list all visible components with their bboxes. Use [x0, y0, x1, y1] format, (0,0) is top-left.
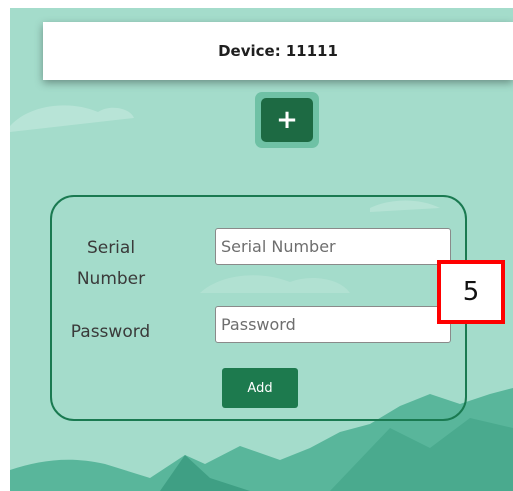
device-header-card: Device: 11111	[43, 22, 513, 80]
serial-number-input[interactable]	[215, 228, 451, 265]
step-annotation-badge: 5	[437, 260, 505, 324]
device-id: 11111	[285, 42, 338, 60]
add-button[interactable]: Add	[222, 368, 298, 408]
cloud-shape	[10, 105, 134, 132]
add-device-button[interactable]: +	[261, 98, 313, 142]
device-label: Device:	[218, 42, 281, 60]
password-input[interactable]	[215, 306, 451, 343]
serial-number-label: Serial Number	[76, 238, 146, 289]
password-label: Password	[70, 322, 151, 342]
plus-icon: +	[276, 105, 298, 135]
add-device-button-focus-ring: +	[255, 92, 319, 148]
